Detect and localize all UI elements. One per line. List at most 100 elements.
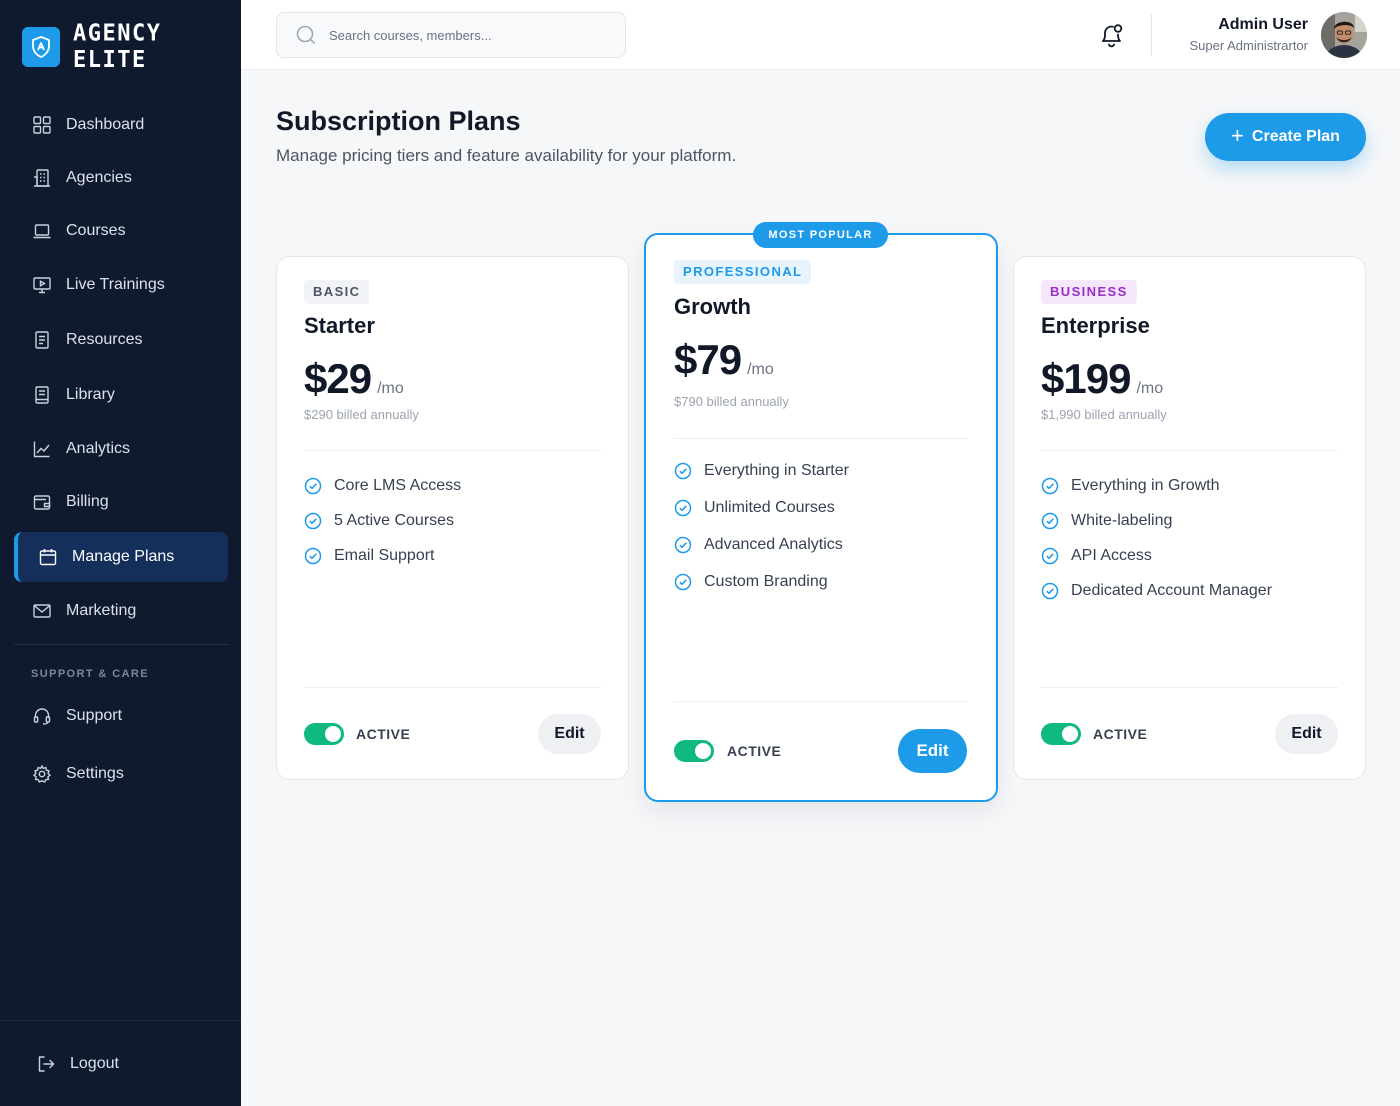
calendar-icon bbox=[39, 549, 57, 566]
headset-icon bbox=[33, 708, 51, 725]
plan-name: Growth bbox=[674, 294, 751, 319]
sidebar-item-label: Resources bbox=[66, 331, 143, 348]
feature-item: Everything in Starter bbox=[674, 452, 849, 489]
avatar[interactable] bbox=[1321, 12, 1367, 58]
plan-name: Starter bbox=[304, 313, 375, 338]
grid-icon bbox=[33, 116, 51, 134]
sidebar-item-marketing[interactable]: Marketing bbox=[14, 586, 228, 636]
notification-bell-icon[interactable] bbox=[1099, 21, 1125, 49]
sidebar-item-support[interactable]: Support bbox=[14, 691, 228, 741]
sidebar: AGENCY ELITE Dashboard Agencies Courses … bbox=[0, 0, 241, 1106]
card-divider bbox=[674, 701, 968, 702]
brand-name: AGENCY ELITE bbox=[72, 20, 162, 74]
plan-period: /mo bbox=[1136, 380, 1164, 397]
sidebar-item-label: Settings bbox=[66, 765, 124, 782]
feature-text: White-labeling bbox=[1071, 511, 1173, 529]
feature-text: Dedicated Account Manager bbox=[1071, 581, 1273, 599]
building-icon bbox=[34, 169, 50, 187]
status-label: ACTIVE bbox=[356, 726, 411, 742]
search-icon bbox=[296, 25, 316, 45]
sidebar-item-label: Support bbox=[66, 707, 123, 724]
check-circle-icon bbox=[304, 547, 322, 564]
edit-plan-button[interactable]: Edit bbox=[1275, 714, 1338, 754]
sidebar-item-label: Courses bbox=[66, 222, 126, 239]
search-input[interactable] bbox=[329, 27, 609, 43]
edit-plan-button[interactable]: Edit bbox=[898, 729, 967, 773]
feature-text: Unlimited Courses bbox=[704, 498, 835, 516]
feature-item: API Access bbox=[1041, 538, 1272, 573]
chart-line-icon bbox=[33, 441, 50, 458]
active-toggle[interactable] bbox=[1041, 723, 1081, 745]
page-subtitle: Manage pricing tiers and feature availab… bbox=[276, 146, 737, 165]
monitor-play-icon bbox=[33, 277, 51, 294]
plan-period: /mo bbox=[747, 361, 774, 378]
feature-item: Dedicated Account Manager bbox=[1041, 573, 1272, 608]
sidebar-item-label: Live Trainings bbox=[66, 276, 165, 293]
sidebar-item-label: Marketing bbox=[66, 602, 137, 619]
annual-billing: $290 billed annually bbox=[304, 407, 419, 422]
card-divider bbox=[304, 450, 601, 451]
plan-period: /mo bbox=[377, 380, 404, 397]
feature-item: Custom Branding bbox=[674, 563, 849, 600]
sidebar-item-resources[interactable]: Resources bbox=[14, 315, 228, 365]
user-info[interactable]: Admin User Super Administrartor bbox=[1190, 16, 1309, 53]
page-title: Subscription Plans bbox=[276, 106, 521, 136]
plan-card-starter: BASIC Starter $29 /mo $290 billed annual… bbox=[276, 256, 629, 780]
plan-card-growth: PROFESSIONAL Growth $79 /mo $790 billed … bbox=[644, 233, 998, 802]
check-circle-icon bbox=[1041, 512, 1059, 529]
document-icon bbox=[35, 331, 49, 349]
sidebar-item-library[interactable]: Library bbox=[14, 370, 228, 420]
nav-divider bbox=[14, 644, 228, 645]
create-plan-button[interactable]: + Create Plan bbox=[1205, 113, 1366, 161]
feature-item: White-labeling bbox=[1041, 503, 1272, 538]
search-box[interactable] bbox=[276, 12, 626, 58]
feature-text: API Access bbox=[1071, 546, 1152, 564]
logout-button[interactable]: Logout bbox=[14, 1039, 228, 1089]
create-plan-label: Create Plan bbox=[1251, 128, 1340, 145]
active-toggle[interactable] bbox=[674, 740, 714, 762]
plan-price: $199 bbox=[1041, 355, 1131, 402]
sidebar-item-manage-plans[interactable]: Manage Plans bbox=[14, 532, 228, 582]
tier-badge: BASIC bbox=[304, 280, 370, 304]
brand[interactable]: AGENCY ELITE bbox=[22, 20, 241, 74]
annual-billing: $1,990 billed annually bbox=[1041, 407, 1167, 422]
check-circle-icon bbox=[304, 477, 322, 494]
feature-text: Everything in Growth bbox=[1071, 476, 1220, 494]
annual-billing: $790 billed annually bbox=[674, 394, 789, 409]
sidebar-item-label: Manage Plans bbox=[72, 548, 175, 565]
edit-plan-button[interactable]: Edit bbox=[538, 714, 601, 754]
feature-item: Unlimited Courses bbox=[674, 489, 849, 526]
sidebar-item-label: Analytics bbox=[66, 440, 131, 457]
plan-name: Enterprise bbox=[1041, 313, 1150, 338]
card-divider bbox=[674, 438, 968, 439]
feature-text: Core LMS Access bbox=[334, 476, 462, 494]
card-divider bbox=[304, 687, 601, 688]
sidebar-item-courses[interactable]: Courses bbox=[14, 206, 228, 256]
sidebar-item-agencies[interactable]: Agencies bbox=[14, 153, 228, 203]
active-toggle[interactable] bbox=[304, 723, 344, 745]
plan-card-enterprise: BUSINESS Enterprise $199 /mo $1,990 bill… bbox=[1013, 256, 1366, 780]
price-row: $79 /mo bbox=[674, 336, 774, 384]
sidebar-item-billing[interactable]: Billing bbox=[14, 477, 228, 527]
gear-icon bbox=[32, 764, 52, 783]
sidebar-item-live-trainings[interactable]: Live Trainings bbox=[14, 260, 228, 310]
card-divider bbox=[1041, 687, 1338, 688]
sidebar-item-dashboard[interactable]: Dashboard bbox=[14, 100, 228, 150]
plan-price: $79 bbox=[674, 336, 742, 383]
feature-text: Custom Branding bbox=[704, 572, 828, 590]
price-row: $199 /mo bbox=[1041, 355, 1163, 403]
status-label: ACTIVE bbox=[1093, 726, 1148, 742]
sidebar-item-analytics[interactable]: Analytics bbox=[14, 424, 228, 474]
mail-icon bbox=[33, 604, 51, 618]
check-circle-icon bbox=[1041, 582, 1059, 599]
status-label: ACTIVE bbox=[727, 743, 782, 759]
price-row: $29 /mo bbox=[304, 355, 404, 403]
sidebar-item-label: Agencies bbox=[66, 169, 132, 186]
check-circle-icon bbox=[674, 499, 692, 516]
nav-section-label: SUPPORT & CARE bbox=[31, 668, 149, 680]
sidebar-item-label: Library bbox=[66, 386, 115, 403]
feature-item: Core LMS Access bbox=[304, 468, 461, 503]
sidebar-item-settings[interactable]: Settings bbox=[14, 749, 228, 799]
user-role: Super Administrartor bbox=[1189, 38, 1309, 53]
sidebar-item-label: Dashboard bbox=[66, 116, 145, 133]
